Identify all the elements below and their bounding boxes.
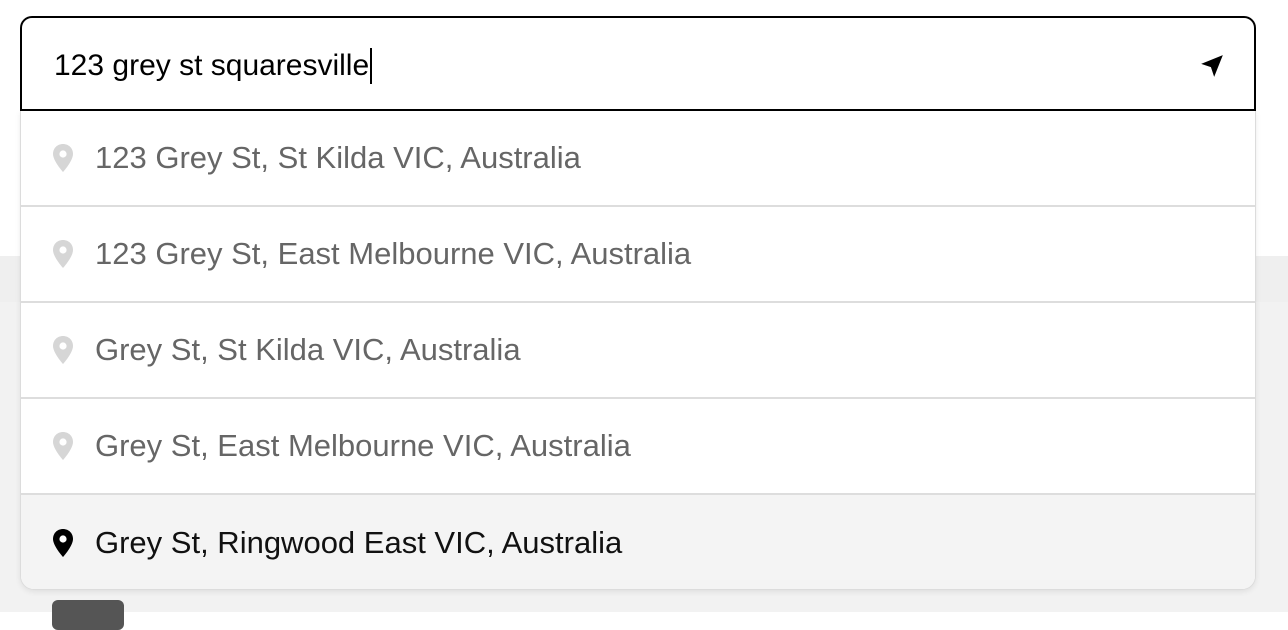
background-button bbox=[52, 600, 124, 630]
suggestion-label: Grey St, St Kilda VIC, Australia bbox=[95, 332, 521, 367]
suggestion-item[interactable]: 123 Grey St, St Kilda VIC, Australia bbox=[21, 111, 1255, 207]
suggestion-label: 123 Grey St, East Melbourne VIC, Austral… bbox=[95, 236, 692, 271]
map-pin-icon bbox=[53, 144, 73, 172]
search-input-text[interactable]: 123 grey st squaresville bbox=[54, 48, 373, 84]
map-pin-icon bbox=[53, 336, 73, 364]
suggestion-label: Grey St, Ringwood East VIC, Australia bbox=[95, 524, 623, 560]
suggestion-label: 123 Grey St, St Kilda VIC, Australia bbox=[95, 140, 581, 175]
suggestion-item[interactable]: 123 Grey St, East Melbourne VIC, Austral… bbox=[21, 207, 1255, 303]
map-pin-icon bbox=[53, 528, 73, 557]
suggestion-item[interactable]: Grey St, St Kilda VIC, Australia bbox=[21, 303, 1255, 399]
address-suggestions-list: 123 Grey St, St Kilda VIC, Australia 123… bbox=[20, 111, 1256, 590]
suggestion-label: Grey St, East Melbourne VIC, Australia bbox=[95, 428, 631, 463]
suggestion-item[interactable]: Grey St, East Melbourne VIC, Australia bbox=[21, 399, 1255, 495]
search-value: 123 grey st squaresville bbox=[54, 49, 370, 82]
address-search-field[interactable]: 123 grey st squaresville bbox=[20, 16, 1256, 111]
navigation-arrow-icon bbox=[1201, 55, 1223, 77]
text-caret bbox=[370, 48, 373, 84]
map-pin-icon bbox=[53, 432, 73, 460]
current-location-button[interactable] bbox=[1196, 50, 1228, 82]
suggestion-item-highlighted[interactable]: Grey St, Ringwood East VIC, Australia bbox=[21, 495, 1255, 589]
map-pin-icon bbox=[53, 240, 73, 268]
